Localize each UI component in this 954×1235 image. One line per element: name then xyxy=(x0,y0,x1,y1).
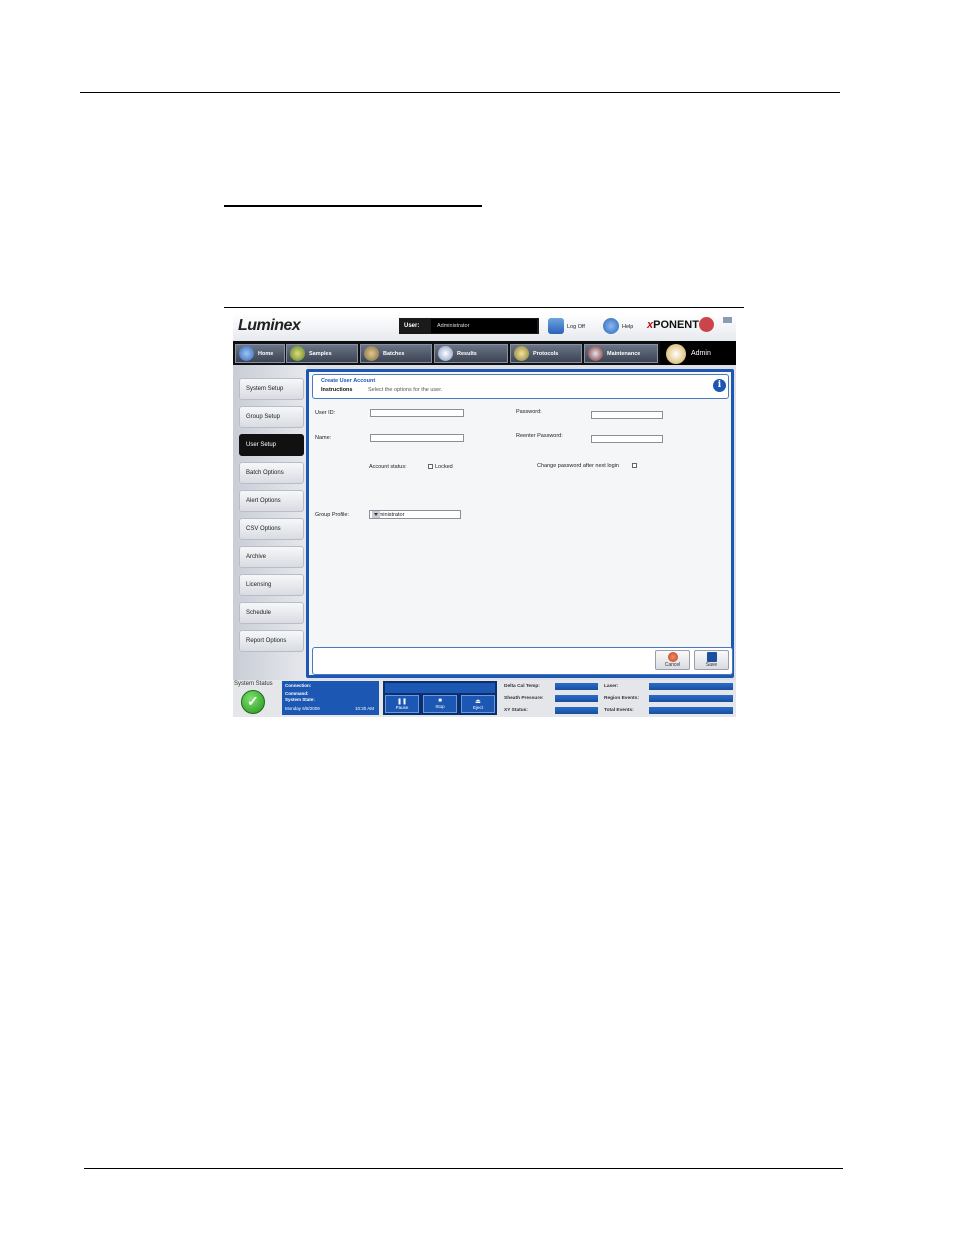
pause-icon: ❚❚ xyxy=(396,699,408,705)
info-icon[interactable]: i xyxy=(713,379,726,392)
sidebar-item-system-setup[interactable]: System Setup xyxy=(239,378,304,400)
change-password-label: Change password after next login xyxy=(537,463,619,469)
sidebar-item-group-setup[interactable]: Group Setup xyxy=(239,406,304,428)
status-ok-icon[interactable] xyxy=(241,690,265,714)
system-status-bar: System Status Connection: Command: Syste… xyxy=(233,680,736,717)
total-events-meter xyxy=(649,707,733,714)
account-status-label: Account status: xyxy=(369,464,407,470)
xy-status-meter xyxy=(555,707,598,714)
chevron-down-icon xyxy=(372,511,380,518)
sidebar-item-archive[interactable]: Archive xyxy=(239,546,304,568)
user-setup-panel: Create User Account Instructions Select … xyxy=(306,369,734,678)
laser-meter xyxy=(649,683,733,690)
user-id-label: User ID: xyxy=(315,410,336,416)
user-id-input[interactable] xyxy=(370,409,464,417)
sidebar-item-schedule[interactable]: Schedule xyxy=(239,602,304,624)
tab-home[interactable]: Home xyxy=(235,344,285,363)
sidebar-item-licensing[interactable]: Licensing xyxy=(239,574,304,596)
sheath-pressure-label: Sheath Pressure: xyxy=(504,696,544,701)
reenter-password-label: Reenter Password: xyxy=(516,433,563,439)
figure-top-rule xyxy=(224,307,744,308)
app-header: Luminex User: Administrator Log Off Help… xyxy=(233,314,736,341)
password-input[interactable] xyxy=(591,411,663,419)
help-icon xyxy=(603,318,619,334)
cancel-icon xyxy=(668,652,678,662)
home-icon xyxy=(239,346,254,361)
page-top-rule xyxy=(80,92,840,93)
log-off-icon xyxy=(548,318,564,334)
xponent-logo-dot xyxy=(699,317,714,332)
luminex-logo: Luminex xyxy=(238,317,301,334)
tab-protocols[interactable]: Protocols xyxy=(510,344,582,363)
sidebar-item-alert-options[interactable]: Alert Options xyxy=(239,490,304,512)
connection-panel: Connection: Command: System State: Monda… xyxy=(282,681,379,715)
laser-label: Laser: xyxy=(604,684,619,689)
stop-button[interactable]: ■ Stop xyxy=(423,695,457,713)
xy-status-label: XY Status: xyxy=(504,708,528,713)
save-icon xyxy=(707,652,717,662)
reenter-password-input[interactable] xyxy=(591,435,663,443)
system-status-label: System Status xyxy=(234,681,273,687)
panel-title: Create User Account xyxy=(321,378,376,384)
pause-button[interactable]: ❚❚ Pause xyxy=(385,695,419,713)
instructions-label: Instructions xyxy=(321,387,353,393)
name-input[interactable] xyxy=(370,434,464,442)
delta-cal-temp-meter xyxy=(555,683,598,690)
sidebar-item-csv-options[interactable]: CSV Options xyxy=(239,518,304,540)
run-controls: ❚❚ Pause ■ Stop ⏏ Eject xyxy=(383,681,497,715)
cancel-button[interactable]: Cancel xyxy=(655,650,690,670)
user-box: User: Administrator xyxy=(399,318,539,334)
page-bottom-rule xyxy=(84,1168,843,1169)
password-label: Password: xyxy=(516,409,542,415)
save-button[interactable]: Save xyxy=(694,650,729,670)
maintenance-icon xyxy=(588,346,603,361)
status-date: Monday 6/8/2009 xyxy=(285,706,320,711)
group-profile-select[interactable]: Administrator xyxy=(369,510,461,519)
status-time: 10:30 AM xyxy=(355,706,375,711)
results-icon xyxy=(438,346,453,361)
sidebar-item-report-options[interactable]: Report Options xyxy=(239,630,304,652)
xponent-window: Luminex User: Administrator Log Off Help… xyxy=(233,314,736,717)
section-heading-underline xyxy=(224,205,482,207)
tab-samples[interactable]: Samples xyxy=(286,344,358,363)
samples-icon xyxy=(290,346,305,361)
name-label: Name: xyxy=(315,435,332,441)
tab-batches[interactable]: Batches xyxy=(360,344,432,363)
eject-button[interactable]: ⏏ Eject xyxy=(461,695,495,713)
total-events-label: Total Events: xyxy=(604,708,634,713)
tab-admin[interactable]: Admin xyxy=(660,341,736,365)
tab-maintenance[interactable]: Maintenance xyxy=(584,344,658,363)
main-tabs: Home Samples Batches Results Protocols M… xyxy=(233,341,736,365)
progress-bar xyxy=(385,683,495,693)
group-profile-label: Group Profile: xyxy=(315,512,349,518)
sheath-pressure-meter xyxy=(555,695,598,702)
eject-icon: ⏏ xyxy=(475,699,481,705)
instructions-box: Create User Account Instructions Select … xyxy=(312,374,729,399)
locked-checkbox[interactable] xyxy=(428,464,433,469)
change-password-checkbox[interactable] xyxy=(632,463,637,468)
sidebar-item-batch-options[interactable]: Batch Options xyxy=(239,462,304,484)
minimize-button[interactable] xyxy=(723,317,732,323)
region-events-meter xyxy=(649,695,733,702)
xponent-logo: xPONENT xyxy=(647,319,699,331)
instructions-text: Select the options for the user. xyxy=(368,387,443,393)
batches-icon xyxy=(364,346,379,361)
locked-label: Locked xyxy=(435,464,453,470)
delta-cal-temp-label: Delta Cal Temp: xyxy=(504,684,540,689)
sidebar-item-user-setup[interactable]: User Setup xyxy=(239,434,304,456)
admin-icon xyxy=(666,344,686,364)
protocols-icon xyxy=(514,346,529,361)
admin-sidenav: System Setup Group Setup User Setup Batc… xyxy=(233,365,307,680)
user-label: User: xyxy=(404,323,420,329)
panel-footer: Cancel Save xyxy=(312,647,733,675)
user-value: Administrator xyxy=(431,319,537,333)
region-events-label: Region Events: xyxy=(604,696,639,701)
tab-results[interactable]: Results xyxy=(434,344,508,363)
